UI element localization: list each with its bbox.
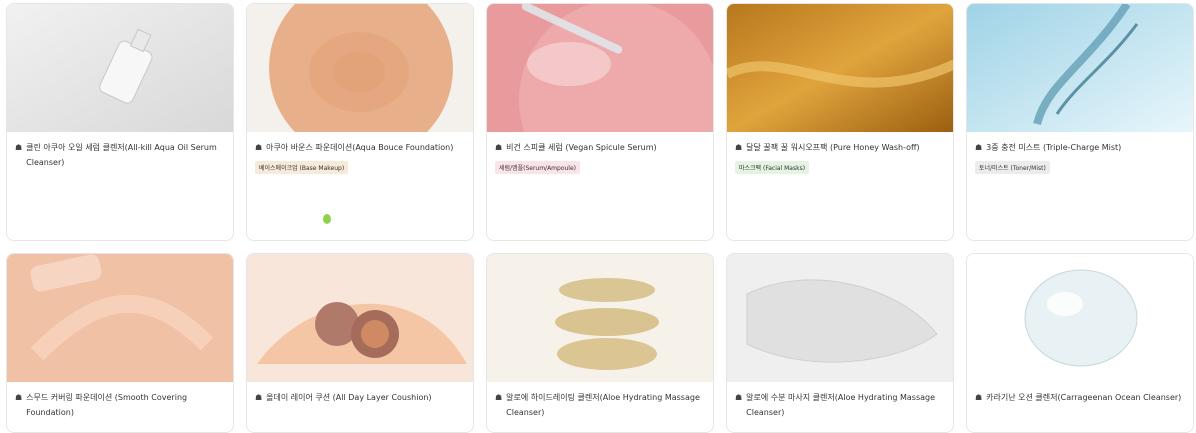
product-card[interactable]: ☗ 아쿠아 바운스 파운데이션(Aqua Bouce Foundation) 베…	[246, 3, 474, 241]
decoration-dot	[323, 214, 331, 224]
product-name: ☗ 올데이 레이어 쿠션 (All Day Layer Coushion)	[255, 390, 465, 405]
product-name: ☗ 3중 충전 미스트 (Triple-Charge Mist)	[975, 140, 1185, 155]
lock-icon: ☗	[975, 143, 983, 152]
lock-icon: ☗	[255, 393, 263, 402]
lock-icon: ☗	[735, 143, 743, 152]
product-card[interactable]: ☗ 알로에 하이드레이팅 클렌저(Aloe Hydrating Massage …	[486, 253, 714, 433]
product-name: ☗ 달달 꿀팩 꿀 워시오프팩 (Pure Honey Wash-off)	[735, 140, 945, 155]
lock-icon: ☗	[15, 143, 23, 152]
product-image	[7, 254, 233, 382]
product-image	[247, 4, 473, 132]
product-card[interactable]: ☗ 비건 스피큘 세럼 (Vegan Spicule Serum) 세럼/앰플(…	[486, 3, 714, 241]
product-image	[727, 254, 953, 382]
product-name: ☗ 아쿠아 바운스 파운데이션(Aqua Bouce Foundation)	[255, 140, 465, 155]
lock-icon: ☗	[495, 393, 503, 402]
product-card[interactable]: ☗ 알로에 수분 마사지 클렌저(Aloe Hydrating Massage …	[726, 253, 954, 433]
lock-icon: ☗	[15, 393, 23, 402]
product-image	[7, 4, 233, 132]
product-card[interactable]: ☗ 카라기난 오션 클렌저(Carrageenan Ocean Cleanser…	[966, 253, 1194, 433]
category-tag: 세럼/앰플(Serum/Ampoule)	[495, 161, 581, 174]
product-grid: ☗ 클린 아쿠아 오일 세럼 클렌저(All-kill Aqua Oil Ser…	[6, 3, 1194, 433]
category-tag: 마스크팩 (Facial Masks)	[735, 161, 810, 174]
category-tag: 토너/미스트 (Toner/Mist)	[975, 161, 1050, 174]
product-image	[487, 254, 713, 382]
product-image	[727, 4, 953, 132]
product-image	[247, 254, 473, 382]
lock-icon: ☗	[735, 393, 743, 402]
product-name: ☗ 클린 아쿠아 오일 세럼 클렌저(All-kill Aqua Oil Ser…	[15, 140, 225, 170]
product-image	[967, 4, 1193, 132]
product-name: ☗ 비건 스피큘 세럼 (Vegan Spicule Serum)	[495, 140, 705, 155]
product-card[interactable]: ☗ 3중 충전 미스트 (Triple-Charge Mist) 토너/미스트 …	[966, 3, 1194, 241]
product-image	[967, 254, 1193, 382]
lock-icon: ☗	[255, 143, 263, 152]
product-name: ☗ 카라기난 오션 클렌저(Carrageenan Ocean Cleanser…	[975, 390, 1185, 405]
product-name: ☗ 알로에 하이드레이팅 클렌저(Aloe Hydrating Massage …	[495, 390, 705, 420]
product-card[interactable]: ☗ 클린 아쿠아 오일 세럼 클렌저(All-kill Aqua Oil Ser…	[6, 3, 234, 241]
product-name: ☗ 스무드 커버링 파운데이션 (Smooth Covering Foundat…	[15, 390, 225, 420]
product-image	[487, 4, 713, 132]
product-card[interactable]: ☗ 올데이 레이어 쿠션 (All Day Layer Coushion)	[246, 253, 474, 433]
product-card[interactable]: ☗ 달달 꿀팩 꿀 워시오프팩 (Pure Honey Wash-off) 마스…	[726, 3, 954, 241]
lock-icon: ☗	[495, 143, 503, 152]
category-tag: 베이스메이크업 (Base Makeup)	[255, 161, 349, 174]
lock-icon: ☗	[975, 393, 983, 402]
product-card[interactable]: ☗ 스무드 커버링 파운데이션 (Smooth Covering Foundat…	[6, 253, 234, 433]
product-name: ☗ 알로에 수분 마사지 클렌저(Aloe Hydrating Massage …	[735, 390, 945, 420]
